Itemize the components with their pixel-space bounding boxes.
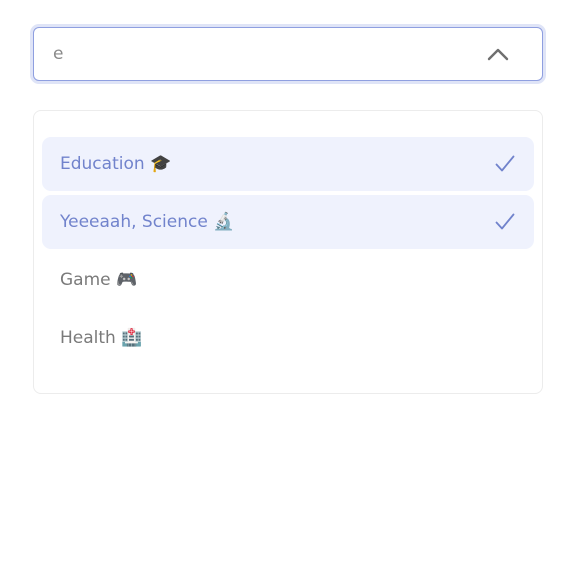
multiselect-widget: Education 🎓 Yeeeaah, Science 🔬 Game 🎮 He…: [0, 0, 570, 582]
search-combobox[interactable]: [33, 27, 543, 81]
chevron-up-icon[interactable]: [485, 46, 511, 62]
option-label: Health 🏥: [60, 328, 143, 348]
checkmark-icon: [494, 211, 516, 233]
option-label: Education 🎓: [60, 154, 172, 174]
option-health[interactable]: Health 🏥: [42, 311, 534, 365]
search-input[interactable]: [34, 28, 485, 80]
option-education[interactable]: Education 🎓: [42, 137, 534, 191]
option-game[interactable]: Game 🎮: [42, 253, 534, 307]
checkmark-icon: [494, 153, 516, 175]
options-listbox: Education 🎓 Yeeeaah, Science 🔬 Game 🎮 He…: [33, 110, 543, 394]
option-label: Game 🎮: [60, 270, 138, 290]
option-label: Yeeeaah, Science 🔬: [60, 212, 235, 232]
option-science[interactable]: Yeeeaah, Science 🔬: [42, 195, 534, 249]
